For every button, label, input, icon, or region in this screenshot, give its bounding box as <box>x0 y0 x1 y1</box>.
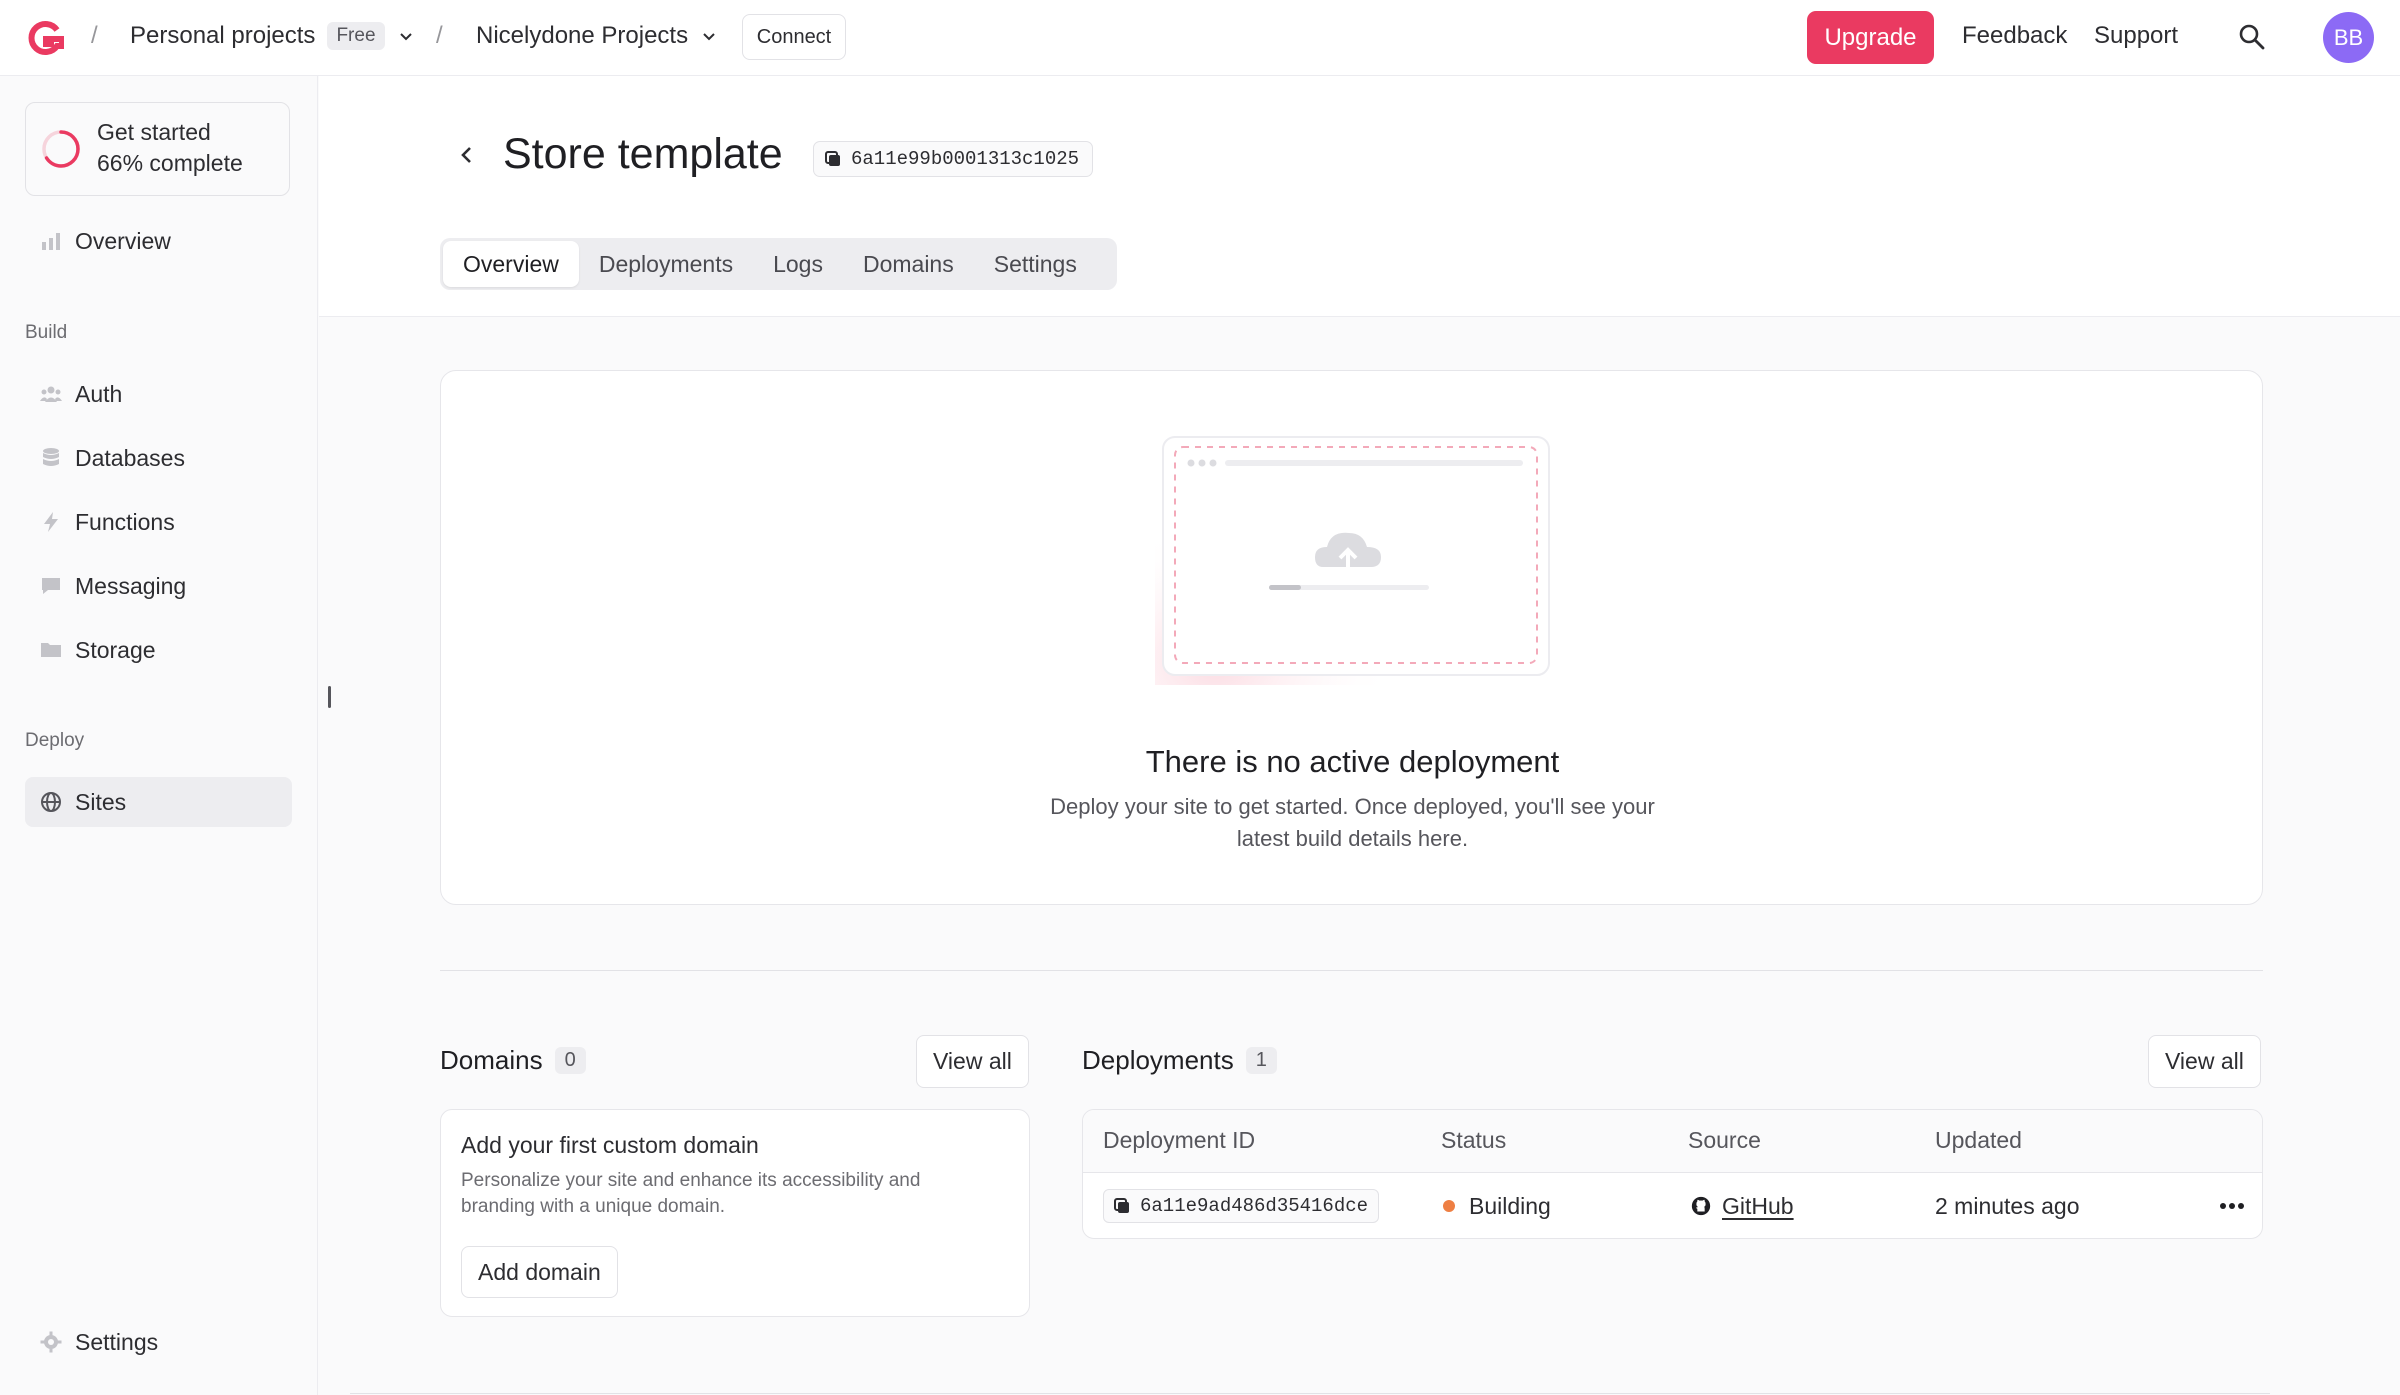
sidebar-item-label: Overview <box>75 227 171 254</box>
sidebar-item-label: Sites <box>75 788 127 815</box>
domains-count-badge: 0 <box>554 1047 586 1074</box>
empty-state-title: There is no active deployment <box>1145 744 1560 779</box>
sidebar-item-functions[interactable]: Functions <box>25 497 292 547</box>
updated-cell: 2 minutes ago <box>1935 1192 2080 1219</box>
sidebar-item-label: Auth <box>75 380 123 407</box>
database-icon <box>43 448 59 466</box>
chevron-down-icon <box>703 33 715 41</box>
organization-name: Personal projects <box>130 22 316 49</box>
domains-heading: Domains 0 <box>440 1045 586 1076</box>
plan-badge: Free <box>327 22 385 50</box>
deployments-view-all-button[interactable]: View all <box>2148 1035 2261 1088</box>
connect-button[interactable]: Connect <box>742 14 846 60</box>
chevron-down-icon <box>399 33 412 41</box>
appwrite-logo-icon[interactable] <box>24 18 64 58</box>
status-badge: Building <box>1469 1192 1551 1219</box>
sidebar-item-auth[interactable]: Auth <box>25 369 292 419</box>
globe-icon <box>41 792 61 812</box>
tab-overview[interactable]: Overview <box>443 241 579 287</box>
sidebar-item-label: Databases <box>75 444 185 471</box>
deployment-id-cell: 6a11e9ad486d35416dce <box>1103 1173 1380 1238</box>
sidebar-item-label: Functions <box>75 508 175 535</box>
column-header-source: Source <box>1688 1127 1761 1153</box>
deployments-table: Deployment ID Status Source Updated 6a11… <box>1082 1109 2263 1239</box>
site-id: 6a11e99b0001313c1025 <box>851 148 1080 170</box>
sidebar-item-databases[interactable]: Databases <box>25 433 292 483</box>
site-id-chip[interactable]: 6a11e99b0001313c1025 <box>813 141 1094 177</box>
breadcrumb-separator: / <box>436 22 443 49</box>
sidebar-item-storage[interactable]: Storage <box>25 625 292 675</box>
github-icon <box>1691 1196 1711 1216</box>
section-divider <box>440 970 2263 971</box>
deployment-id-chip[interactable]: 6a11e9ad486d35416dce <box>1103 1189 1380 1223</box>
sidebar-item-messaging[interactable]: Messaging <box>25 561 292 611</box>
domains-view-all-button[interactable]: View all <box>916 1035 1029 1088</box>
gear-icon <box>40 1331 62 1353</box>
add-domain-button[interactable]: Add domain <box>461 1246 618 1298</box>
get-started-card[interactable]: Get started 66% complete <box>25 102 290 196</box>
add-domain-description: Personalize your site and enhance its ac… <box>461 1170 921 1217</box>
user-avatar[interactable]: BB <box>2323 12 2374 63</box>
empty-state-description: Deploy your site to get started. Once de… <box>1050 794 1655 851</box>
source-link[interactable]: GitHub <box>1722 1193 1794 1220</box>
chevron-left-icon[interactable] <box>455 143 479 167</box>
breadcrumb-organization[interactable]: Personal projects Free <box>130 22 415 50</box>
page-title: Store template <box>503 130 783 178</box>
add-domain-card: Add your first custom domain Personalize… <box>440 1109 1030 1317</box>
support-link[interactable]: Support <box>2094 22 2178 50</box>
copy-icon <box>825 151 840 166</box>
footer-divider <box>350 1393 2270 1394</box>
feedback-link[interactable]: Feedback <box>1962 22 2067 50</box>
status-dot-icon <box>1443 1200 1455 1212</box>
tab-domains[interactable]: Domains <box>843 241 974 287</box>
lightning-icon <box>44 512 58 532</box>
progress-percent: 66% complete <box>97 150 243 176</box>
copy-icon <box>1114 1198 1129 1213</box>
upload-illustration-icon <box>1155 436 1550 685</box>
users-icon <box>40 386 62 402</box>
sidebar-item-label: Messaging <box>75 572 187 599</box>
sidebar-item-label: Storage <box>75 636 156 663</box>
active-deployment-card: There is no active deployment Deploy you… <box>440 370 2263 905</box>
tab-settings[interactable]: Settings <box>974 241 1097 287</box>
column-header-status: Status <box>1441 1127 1507 1153</box>
table-header: Deployment ID Status Source Updated <box>1083 1110 2262 1173</box>
upgrade-button[interactable]: Upgrade <box>1807 11 1934 64</box>
add-domain-title: Add your first custom domain <box>461 1132 759 1158</box>
get-started-text: Get started 66% complete <box>97 117 243 179</box>
deploy-section-title: Deploy <box>25 730 85 751</box>
deployments-count-badge: 1 <box>1245 1047 1277 1074</box>
domains-title: Domains <box>440 1045 543 1075</box>
deployment-id: 6a11e9ad486d35416dce <box>1140 1195 1369 1217</box>
column-header-deployment-id: Deployment ID <box>1103 1127 1256 1153</box>
sidebar-resize-handle[interactable] <box>328 686 331 708</box>
breadcrumb-project[interactable]: Nicelydone Projects <box>476 22 718 50</box>
tab-logs[interactable]: Logs <box>753 241 843 287</box>
bar-chart-icon <box>42 233 60 250</box>
more-horizontal-icon <box>2220 1203 2244 1209</box>
sidebar-item-label: Settings <box>75 1328 159 1355</box>
deployments-heading: Deployments 1 <box>1082 1045 1277 1076</box>
chat-bubble-icon <box>42 578 60 594</box>
sidebar-item-overview[interactable]: Overview <box>25 216 292 266</box>
status-cell: Building <box>1443 1173 1551 1238</box>
folder-icon <box>41 643 61 657</box>
row-actions[interactable] <box>2219 1173 2245 1238</box>
get-started-label: Get started <box>97 119 211 145</box>
deployments-title: Deployments <box>1082 1045 1234 1075</box>
tab-deployments[interactable]: Deployments <box>579 241 753 287</box>
top-bar: / Personal projects Free / Nicelydone Pr… <box>0 0 2400 76</box>
breadcrumb-separator: / <box>91 22 98 49</box>
page-tabs: Overview Deployments Logs Domains Settin… <box>440 238 1117 290</box>
project-name: Nicelydone Projects <box>476 22 689 49</box>
source-cell: GitHub <box>1690 1173 1794 1238</box>
column-header-updated: Updated <box>1935 1127 2022 1153</box>
sidebar: Get started 66% complete Overview Build … <box>0 76 318 1395</box>
search-icon[interactable] <box>2237 22 2267 52</box>
sidebar-item-settings[interactable]: Settings <box>25 1317 292 1367</box>
progress-ring-icon <box>42 130 80 168</box>
sidebar-item-sites[interactable]: Sites <box>25 777 292 827</box>
build-section-title: Build <box>25 322 68 343</box>
